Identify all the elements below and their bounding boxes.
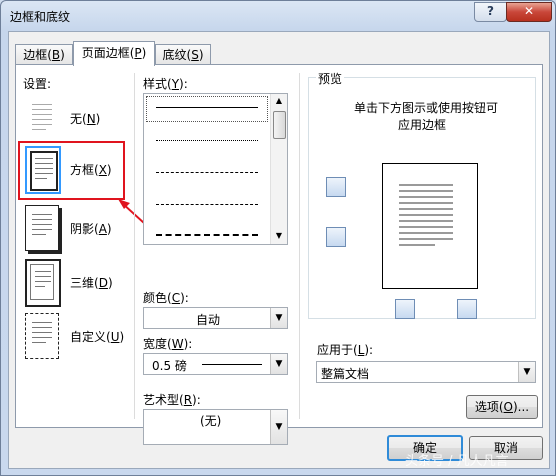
watermark-text: 头条号 / 凡人凡言: [405, 454, 509, 469]
chevron-down-icon[interactable]: ▼: [270, 308, 287, 328]
setting-shadow-label[interactable]: 阴影(A): [70, 220, 112, 237]
close-button[interactable]: ✕: [506, 2, 552, 22]
width-label: 宽度(W):: [143, 337, 193, 351]
style-label: 样式(Y):: [143, 77, 188, 91]
left-border-toggle-icon[interactable]: [395, 299, 415, 319]
setting-box-label[interactable]: 方框(X): [70, 161, 112, 178]
tab-borders[interactable]: 边框(B): [15, 44, 73, 65]
style-dashed-short[interactable]: [156, 172, 258, 173]
settings-heading: 设置:: [23, 77, 52, 91]
chevron-down-icon[interactable]: ▼: [270, 410, 287, 444]
apply-to-select[interactable]: 整篇文档 ▼: [316, 361, 536, 383]
preview-hint-1: 单击下方图示或使用按钮可: [354, 101, 499, 115]
chevron-down-icon[interactable]: ▼: [270, 354, 287, 374]
setting-3d-label[interactable]: 三维(D): [70, 274, 113, 291]
setting-box-icon[interactable]: [25, 146, 61, 194]
options-button[interactable]: 选项(O)...: [466, 395, 538, 419]
separator-left: [134, 73, 135, 419]
separator-right: [299, 73, 300, 419]
dialog-title: 边框和底纹: [10, 10, 71, 24]
style-dotted[interactable]: [156, 140, 258, 141]
setting-none-label[interactable]: 无(N): [70, 110, 100, 127]
tab-shading[interactable]: 底纹(S): [155, 44, 211, 65]
style-dashed-long[interactable]: [156, 204, 258, 205]
dialog-body: 边框(B) 页面边框(P) 底纹(S) 设置: 无(N) 方框(X) 阴影(A)…: [8, 31, 550, 469]
help-button[interactable]: ?: [474, 2, 507, 22]
page-border-panel: 设置: 无(N) 方框(X) 阴影(A) 三维(D) 自定义(U) 样式(Y):…: [15, 64, 543, 445]
style-dash-dot[interactable]: [156, 234, 258, 236]
preview-page[interactable]: [382, 163, 478, 289]
width-line-sample: [202, 364, 262, 365]
color-select[interactable]: 自动 ▼: [143, 307, 288, 329]
art-label: 艺术型(R):: [143, 393, 201, 407]
setting-3d-icon[interactable]: [25, 259, 61, 307]
style-solid[interactable]: [156, 107, 258, 108]
bottom-border-toggle-icon[interactable]: [326, 227, 346, 247]
color-label: 颜色(C):: [143, 291, 189, 305]
top-border-toggle-icon[interactable]: [326, 177, 346, 197]
style-scrollbar[interactable]: ▲ ▼: [270, 94, 287, 244]
tab-page-border[interactable]: 页面边框(P): [73, 41, 155, 66]
setting-none-icon[interactable]: [25, 95, 59, 141]
right-border-toggle-icon[interactable]: [457, 299, 477, 319]
dialog-window: 边框和底纹 ? ✕ 边框(B) 页面边框(P) 底纹(S) 设置: 无(N) 方…: [0, 0, 556, 476]
setting-shadow-icon[interactable]: [25, 205, 59, 251]
scroll-thumb[interactable]: [273, 111, 286, 139]
scroll-down-icon[interactable]: ▼: [273, 229, 285, 243]
apply-to-label: 应用于(L):: [317, 343, 374, 357]
preview-hint-2: 应用边框: [398, 118, 447, 132]
setting-custom-label[interactable]: 自定义(U): [70, 328, 124, 345]
chevron-down-icon[interactable]: ▼: [518, 362, 535, 382]
scroll-up-icon[interactable]: ▲: [273, 94, 285, 108]
setting-custom-icon[interactable]: [25, 313, 59, 359]
width-select[interactable]: 0.5 磅 ▼: [143, 353, 288, 375]
selected-style-item[interactable]: [146, 96, 268, 122]
art-select[interactable]: (无) ▼: [143, 409, 288, 445]
title-bar[interactable]: 边框和底纹 ? ✕: [1, 1, 555, 31]
preview-heading: 预览: [316, 70, 345, 87]
style-listbox[interactable]: ▲ ▼: [143, 93, 288, 245]
